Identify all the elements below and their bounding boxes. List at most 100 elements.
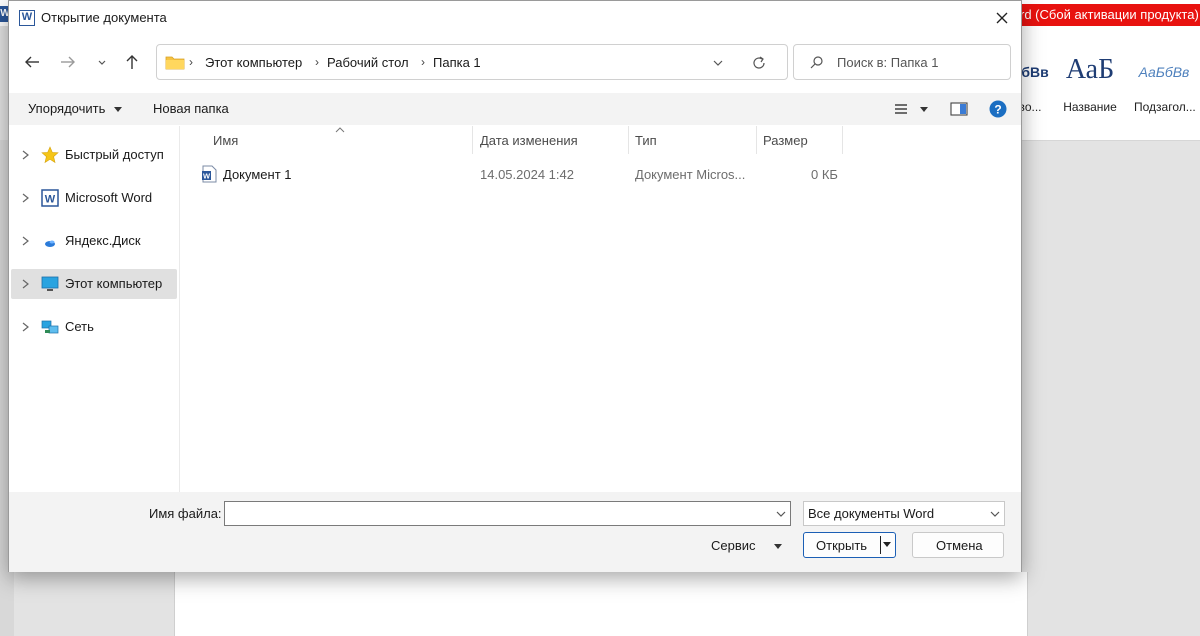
- word-icon: W: [41, 189, 59, 207]
- dropdown-arrow-icon[interactable]: [882, 541, 892, 549]
- sort-ascending-icon: [335, 127, 345, 133]
- open-button[interactable]: Открыть: [803, 532, 896, 558]
- new-folder-button[interactable]: Новая папка: [153, 101, 229, 116]
- chevron-down-icon: [990, 511, 1000, 517]
- style-label: Название: [1063, 100, 1117, 114]
- preview-pane-button[interactable]: [950, 101, 968, 117]
- column-header-date[interactable]: Дата изменения: [473, 126, 629, 154]
- document-page: [174, 572, 1028, 636]
- breadcrumb-this-pc[interactable]: Этот компьютер: [205, 55, 302, 70]
- network-icon: [41, 320, 59, 334]
- tools-label: Сервис: [711, 538, 756, 553]
- file-type-filter[interactable]: Все документы Word: [803, 501, 1005, 526]
- sidebar-item-quick-access[interactable]: Быстрый доступ: [11, 140, 177, 170]
- forward-arrow-icon: [61, 56, 75, 68]
- address-bar[interactable]: › Этот компьютер › Рабочий стол › Папка …: [156, 44, 788, 80]
- sidebar-item-yandex-disk[interactable]: Яндекс.Диск: [11, 226, 177, 256]
- breadcrumb-desktop[interactable]: Рабочий стол: [327, 55, 409, 70]
- column-header-label: Имя: [213, 133, 239, 148]
- close-icon: [996, 12, 1008, 24]
- word-doc-icon: W: [202, 165, 217, 183]
- column-header-type[interactable]: Тип: [629, 126, 757, 154]
- tools-button[interactable]: Сервис: [711, 538, 783, 553]
- view-options-button[interactable]: [893, 101, 909, 117]
- chevron-down-icon[interactable]: [711, 56, 725, 70]
- sidebar-item-label: Сеть: [65, 319, 94, 334]
- style-label: Подзагол...: [1134, 100, 1196, 114]
- help-icon: ?: [989, 100, 1007, 118]
- file-size: 0 КБ: [811, 167, 838, 182]
- style-sample: АаБ: [1065, 54, 1115, 85]
- chevron-down-icon: [98, 60, 106, 65]
- style-item[interactable]: АаБбВв Подзагол...: [1134, 26, 1196, 126]
- chevron-right-icon[interactable]: [21, 235, 31, 247]
- breadcrumb-separator: ›: [421, 55, 425, 69]
- svg-text:?: ?: [994, 103, 1001, 117]
- column-header-label: Размер: [763, 133, 808, 148]
- sidebar-item-this-pc[interactable]: Этот компьютер: [11, 269, 177, 299]
- dialog-footer: Имя файла: Все документы Word Сервис Отк…: [9, 492, 1021, 572]
- styles-gallery: БбВв вo... АаБ Название АаБбВв Подзагол.…: [1011, 26, 1200, 141]
- navigation-pane: Быстрый доступ W Microsoft Word Яндекс.Д…: [9, 126, 180, 492]
- column-header-label: Тип: [635, 133, 657, 148]
- organize-button[interactable]: Упорядочить: [28, 101, 123, 116]
- back-arrow-icon: [25, 56, 39, 68]
- breadcrumb-separator: ›: [189, 55, 193, 69]
- file-type: Документ Micros...: [635, 167, 746, 182]
- sidebar-item-label: Яндекс.Диск: [65, 233, 141, 248]
- view-dropdown-button[interactable]: [918, 101, 930, 117]
- back-button[interactable]: [21, 51, 43, 73]
- up-arrow-icon: [126, 55, 138, 69]
- file-type-filter-value: Все документы Word: [808, 506, 935, 521]
- file-row[interactable]: W Документ 1 14.05.2024 1:42 Документ Mi…: [181, 161, 846, 187]
- help-button[interactable]: ?: [989, 100, 1007, 118]
- dropdown-arrow-icon: [920, 107, 928, 112]
- star-icon: [41, 146, 59, 164]
- chevron-down-icon[interactable]: [775, 508, 787, 520]
- style-item[interactable]: АаБ Название: [1060, 26, 1120, 126]
- view-list-icon: [895, 104, 907, 114]
- search-placeholder: Поиск в: Папка 1: [837, 55, 939, 70]
- dropdown-arrow-icon: [113, 107, 122, 112]
- svg-text:W: W: [203, 172, 211, 181]
- sidebar-item-microsoft-word[interactable]: W Microsoft Word: [11, 183, 177, 213]
- sidebar-item-label: Быстрый доступ: [65, 147, 164, 162]
- sidebar-item-network[interactable]: Сеть: [11, 312, 177, 342]
- cancel-button-label: Отмена: [936, 538, 983, 553]
- activation-warning-title: rd (Сбой активации продукта): [1016, 4, 1200, 26]
- chevron-right-icon[interactable]: [21, 278, 31, 290]
- file-date: 14.05.2024 1:42: [480, 167, 574, 182]
- sidebar-item-label: Microsoft Word: [65, 190, 153, 205]
- breadcrumb-separator: ›: [315, 55, 319, 69]
- column-header-name[interactable]: Имя: [181, 126, 473, 154]
- computer-icon: [41, 276, 59, 291]
- forward-button[interactable]: [57, 51, 79, 73]
- split-divider: [880, 536, 881, 554]
- word-icon: W: [19, 10, 35, 26]
- command-toolbar: Упорядочить Новая папка ?: [9, 93, 1021, 125]
- refresh-icon[interactable]: [751, 55, 767, 71]
- cancel-button[interactable]: Отмена: [912, 532, 1004, 558]
- search-input[interactable]: Поиск в: Папка 1: [793, 44, 1011, 80]
- file-list: Имя Дата изменения Тип Размер W Документ…: [181, 126, 1021, 492]
- close-button[interactable]: [989, 5, 1015, 31]
- recent-locations-button[interactable]: [91, 51, 113, 73]
- column-header-label: Дата изменения: [480, 133, 578, 148]
- navigation-bar: › Этот компьютер › Рабочий стол › Папка …: [9, 41, 1021, 85]
- style-sample: АаБбВв: [1138, 64, 1190, 80]
- breadcrumb-folder[interactable]: Папка 1: [433, 55, 481, 70]
- organize-label: Упорядочить: [28, 101, 106, 116]
- file-name: Документ 1: [223, 167, 292, 182]
- dialog-title: Открытие документа: [41, 10, 167, 25]
- chevron-right-icon[interactable]: [21, 321, 31, 333]
- folder-icon: [165, 56, 185, 70]
- open-document-dialog: W Открытие документа › Этот компьютер › …: [8, 0, 1022, 572]
- yandex-disk-icon: [45, 240, 55, 247]
- column-header-size[interactable]: Размер: [757, 126, 843, 154]
- up-button[interactable]: [121, 51, 143, 73]
- sidebar-item-label: Этот компьютер: [65, 276, 163, 291]
- svg-text:W: W: [45, 194, 56, 206]
- chevron-right-icon[interactable]: [21, 192, 31, 204]
- chevron-right-icon[interactable]: [21, 149, 31, 161]
- filename-input[interactable]: [224, 501, 791, 526]
